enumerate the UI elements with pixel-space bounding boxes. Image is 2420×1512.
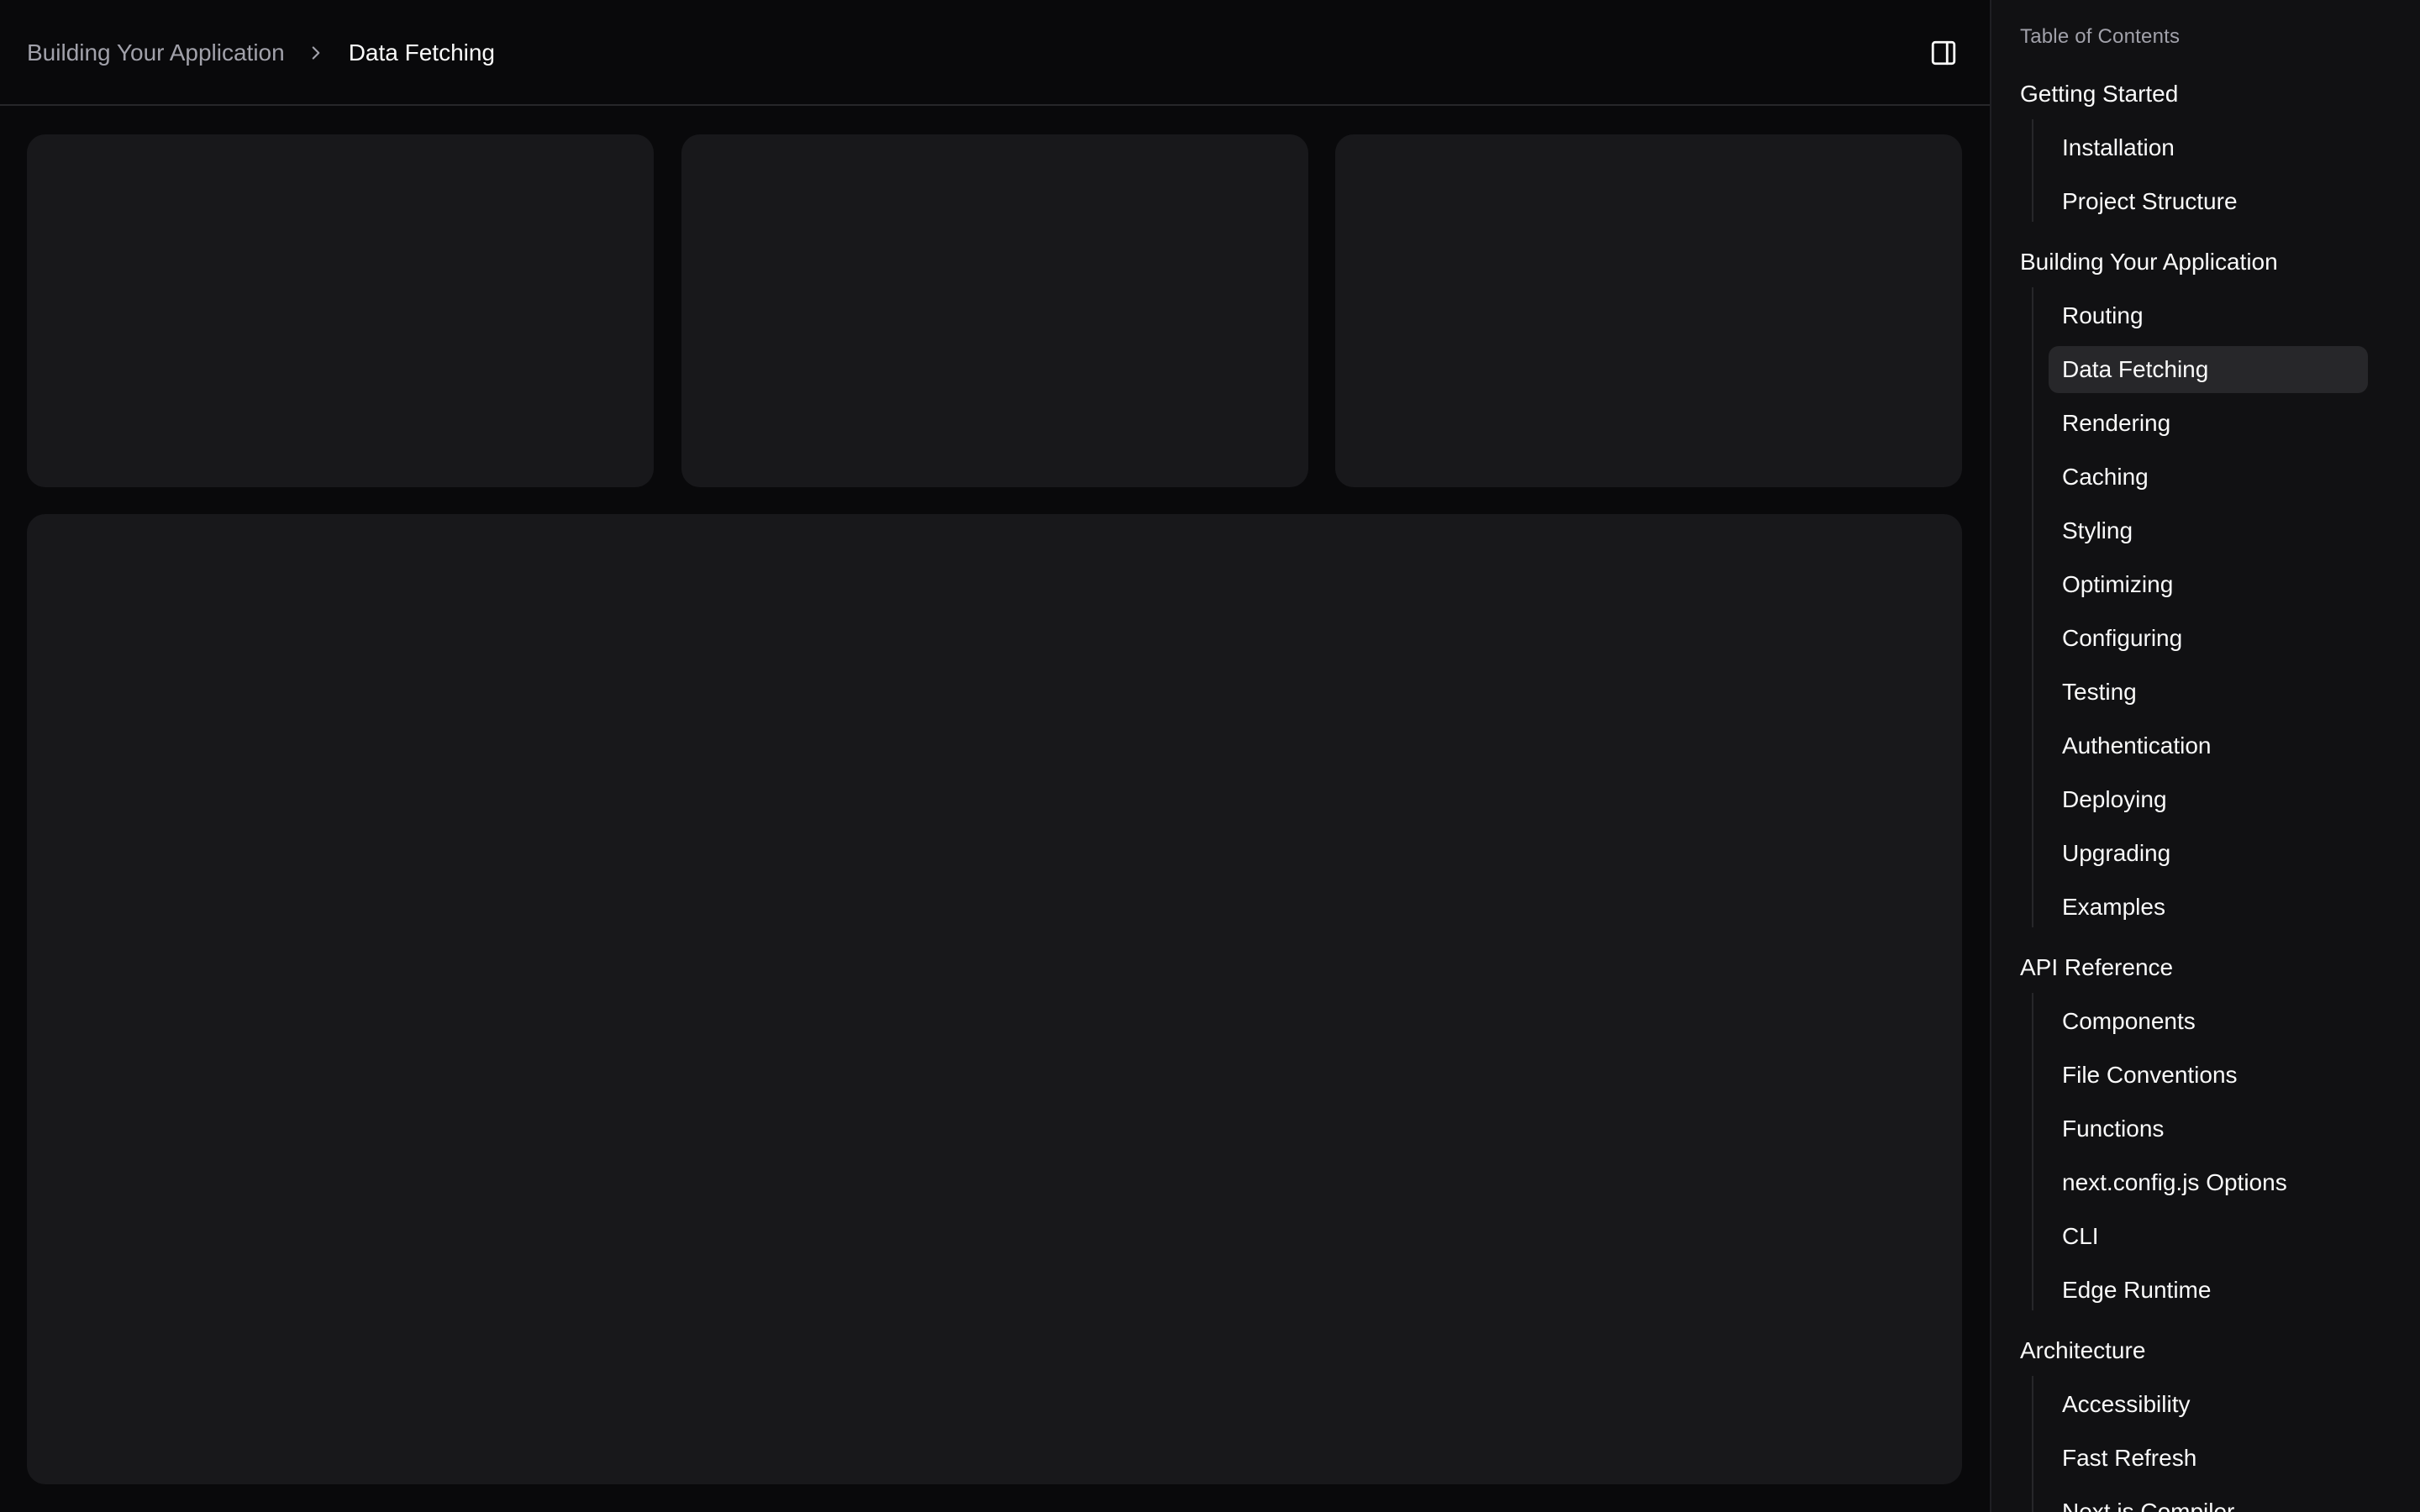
placeholder-main-panel xyxy=(27,514,1962,1484)
toc-item-functions[interactable]: Functions xyxy=(2049,1105,2368,1152)
toc-item-installation[interactable]: Installation xyxy=(2049,124,2368,171)
toc-section-architecture: Architecture Accessibility Fast Refresh … xyxy=(2020,1334,2407,1512)
toc-section-list: Components File Conventions Functions ne… xyxy=(2020,993,2407,1314)
toc-section-list: Routing Data Fetching Rendering Caching … xyxy=(2020,287,2407,931)
toc-item-cli[interactable]: CLI xyxy=(2049,1213,2368,1260)
toc-item-data-fetching[interactable]: Data Fetching xyxy=(2049,346,2368,393)
toc-item-configuring[interactable]: Configuring xyxy=(2049,615,2368,662)
toc-section-getting-started: Getting Started Installation Project Str… xyxy=(2020,77,2407,239)
toc-title: Table of Contents xyxy=(2020,25,2181,48)
toc-section-title[interactable]: API Reference xyxy=(2020,951,2407,984)
toc-item-routing[interactable]: Routing xyxy=(2049,292,2368,339)
placeholder-card-2 xyxy=(681,134,1308,487)
toc-item-caching[interactable]: Caching xyxy=(2049,454,2368,501)
toc-item-styling[interactable]: Styling xyxy=(2049,507,2368,554)
toc-item-fast-refresh[interactable]: Fast Refresh xyxy=(2049,1435,2368,1482)
toc-item-authentication[interactable]: Authentication xyxy=(2049,722,2368,769)
toc-section-api-reference: API Reference Components File Convention… xyxy=(2020,951,2407,1327)
panel-right-icon[interactable] xyxy=(1929,39,1958,67)
toc-item-rendering[interactable]: Rendering xyxy=(2049,400,2368,447)
main-content: Building Your Application Data Fetching xyxy=(0,0,1990,1512)
breadcrumb-current-page: Data Fetching xyxy=(348,39,496,66)
toc-item-nextjs-compiler[interactable]: Next.js Compiler xyxy=(2049,1488,2368,1512)
toc-section-list: Accessibility Fast Refresh Next.js Compi… xyxy=(2020,1376,2407,1512)
toc-item-deploying[interactable]: Deploying xyxy=(2049,776,2368,823)
toc-section-title[interactable]: Getting Started xyxy=(2020,77,2407,111)
placeholder-card-3 xyxy=(1335,134,1962,487)
breadcrumb-parent-link[interactable]: Building Your Application xyxy=(27,39,285,66)
toc-section-list: Installation Project Structure xyxy=(2020,119,2407,225)
toc-section-title[interactable]: Architecture xyxy=(2020,1334,2407,1368)
toc-item-components[interactable]: Components xyxy=(2049,998,2368,1045)
toc-item-next-config-options[interactable]: next.config.js Options xyxy=(2049,1159,2368,1206)
toc-item-examples[interactable]: Examples xyxy=(2049,884,2368,931)
app-window: Building Your Application Data Fetching … xyxy=(0,0,2420,1512)
toc-item-file-conventions[interactable]: File Conventions xyxy=(2049,1052,2368,1099)
breadcrumb: Building Your Application Data Fetching xyxy=(27,0,495,106)
toc-item-upgrading[interactable]: Upgrading xyxy=(2049,830,2368,877)
toc-section-title[interactable]: Building Your Application xyxy=(2020,245,2407,279)
placeholder-card-1 xyxy=(27,134,654,487)
toc-item-optimizing[interactable]: Optimizing xyxy=(2049,561,2368,608)
toc-item-project-structure[interactable]: Project Structure xyxy=(2049,178,2368,225)
toc-item-testing[interactable]: Testing xyxy=(2049,669,2368,716)
top-bar: Building Your Application Data Fetching xyxy=(0,0,1990,106)
toc-item-accessibility[interactable]: Accessibility xyxy=(2049,1381,2368,1428)
chevron-right-icon xyxy=(305,42,327,64)
toc-section-building-your-application: Building Your Application Routing Data F… xyxy=(2020,245,2407,944)
table-of-contents-sidebar: Table of Contents Getting Started Instal… xyxy=(1990,0,2420,1512)
toc-item-edge-runtime[interactable]: Edge Runtime xyxy=(2049,1267,2368,1314)
